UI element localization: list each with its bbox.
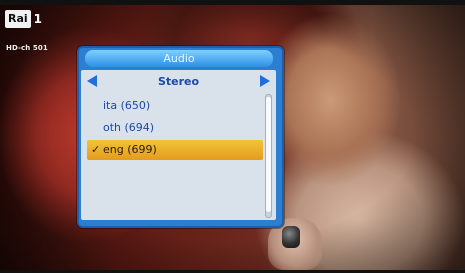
dialog-title: Audio	[85, 50, 273, 67]
chevron-right-icon[interactable]	[260, 75, 270, 87]
audio-track-item[interactable]: oth (694)	[87, 118, 263, 138]
channel-logo: Rai 1	[5, 10, 45, 28]
audio-track-label: ita (650)	[103, 99, 151, 112]
audio-dialog: Audio Stereo ita (650) oth (694) ✓ eng (…	[77, 46, 284, 228]
audio-track-list: ita (650) oth (694) ✓ eng (699)	[87, 96, 263, 162]
audio-track-item[interactable]: ita (650)	[87, 96, 263, 116]
audio-mode-label: Stereo	[157, 74, 200, 88]
audio-track-label: oth (694)	[103, 121, 155, 134]
scrollbar-thumb[interactable]	[266, 97, 271, 212]
dialog-body: Stereo ita (650) oth (694) ✓ eng (699)	[81, 70, 276, 220]
microphone	[282, 226, 300, 248]
audio-track-item-selected[interactable]: ✓ eng (699)	[87, 140, 263, 160]
chevron-left-icon[interactable]	[87, 75, 97, 87]
logo-text: Rai	[5, 10, 31, 28]
checkmark-icon: ✓	[91, 143, 101, 156]
audio-track-label: eng (699)	[103, 143, 157, 156]
logo-number: 1	[33, 12, 43, 26]
tv-frame: Rai 1 HD-ch 501 Audio Stereo ita (650) o…	[0, 0, 465, 273]
channel-tag: HD-ch 501	[6, 44, 48, 52]
scrollbar[interactable]	[265, 94, 272, 218]
audio-mode-selector[interactable]: Stereo	[81, 72, 276, 90]
